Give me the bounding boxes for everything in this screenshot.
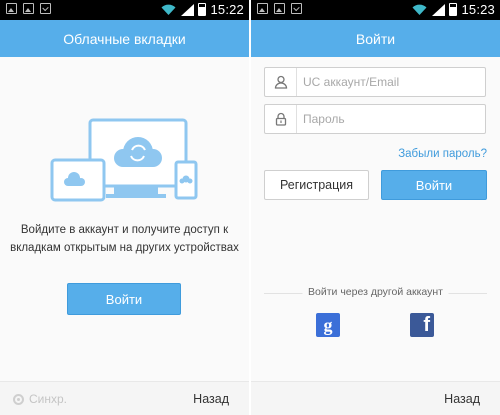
other-account-divider: Войти через другой аккаунт [264,286,487,300]
password-field[interactable] [264,104,486,134]
image-icon [274,3,285,14]
facebook-icon: f [423,314,430,336]
password-input[interactable] [303,110,478,128]
register-button[interactable]: Регистрация [264,170,369,200]
image-icon [23,3,34,14]
google-icon: g [323,314,333,335]
back-button[interactable]: Назад [193,392,229,406]
login-prompt-line1: Войдите в аккаунт и получите доступ к [20,224,229,236]
page-title: Облачные вкладки [0,20,249,57]
status-bar: 15:23 [251,0,500,20]
lock-icon [265,105,297,133]
signal-icon [180,3,195,16]
battery-icon [449,3,458,16]
devices-cloud-illustration [50,118,198,202]
sync-button[interactable]: Синхр. [13,392,67,406]
status-time: 15:22 [210,2,244,17]
login-button[interactable]: Войти [67,283,181,315]
bottom-bar: Синхр. Назад [0,381,249,415]
signal-icon [431,3,446,16]
account-input[interactable] [303,73,478,91]
bag-icon [40,3,51,14]
wifi-icon [161,4,176,15]
forgot-password-link[interactable]: Забыли пароль? [398,148,487,160]
user-icon [265,68,297,96]
status-bar: 15:22 [0,0,249,20]
status-time: 15:23 [461,2,495,17]
bottom-bar: Назад [251,381,500,415]
login-screen: 15:23 Войти Забыли пароль? Регистрация В… [251,0,500,415]
image-icon [6,3,17,14]
login-button[interactable]: Войти [381,170,487,200]
cloud-tabs-screen: 15:22 Облачные вкладки Войдите в аккаунт… [0,0,249,415]
login-prompt: Войдите в аккаунт и получите доступ к вк… [0,221,249,257]
bag-icon [291,3,302,14]
other-account-label: Войти через другой аккаунт [302,286,449,298]
page-title: Войти [251,20,500,57]
image-icon [257,3,268,14]
back-button[interactable]: Назад [444,392,480,406]
battery-icon [198,3,207,16]
sync-label: Синхр. [29,392,68,406]
account-field[interactable] [264,67,486,97]
facebook-login-button[interactable]: f [410,313,434,337]
wifi-icon [412,4,427,15]
login-prompt-line2: вкладкам открытым на других устройствах [10,242,239,254]
sync-icon [13,393,24,405]
google-login-button[interactable]: g [316,313,340,337]
